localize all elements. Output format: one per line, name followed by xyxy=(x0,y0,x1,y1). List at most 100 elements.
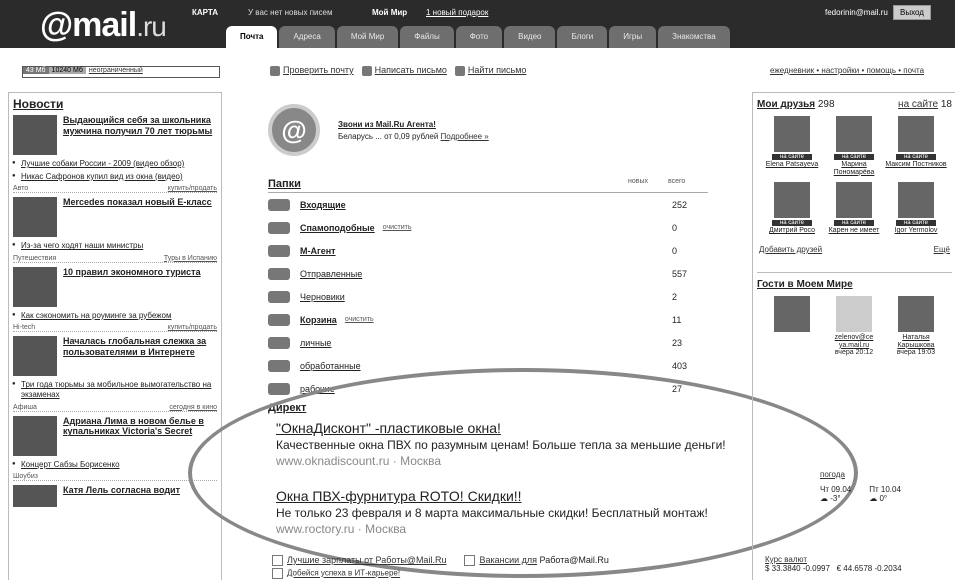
avatar[interactable] xyxy=(898,182,934,219)
news-link[interactable]: Как сэкономить на роуминге за рубежом xyxy=(12,311,217,321)
avatar[interactable] xyxy=(836,116,872,152)
mail-actions: Проверить почту Написать письмо Найти пи… xyxy=(270,65,526,76)
find-letter-button[interactable]: Найти письмо xyxy=(454,65,526,76)
folder-personal[interactable]: личные 23 xyxy=(268,331,708,354)
folder-icon xyxy=(268,336,290,349)
cloud-icon: ☁ 0° xyxy=(869,494,888,503)
folder-drafts[interactable]: Черновики 2 xyxy=(268,285,708,308)
guest-card[interactable]: zelenov@ce ya.mail.ru вчера 20:12 xyxy=(823,296,885,356)
promo-title[interactable]: Звони из Mail.Ru Агента! xyxy=(338,120,489,129)
ad-title[interactable]: Окна ПВХ-фурнитура ROTO! Скидки!! xyxy=(276,488,708,504)
clear-trash-link[interactable]: очистить xyxy=(345,316,374,323)
ad-item: "ОкнаДисконт" -пластиковые окна! Качеств… xyxy=(276,420,726,468)
news-thumbnail[interactable] xyxy=(13,485,57,508)
news-item[interactable]: Mercedes показал новый E-класс xyxy=(13,197,217,238)
news-item[interactable]: Выдающийся себя за школьника мужчина пол… xyxy=(13,115,217,155)
tab-addresses[interactable]: Адреса xyxy=(279,26,335,48)
guest-card[interactable] xyxy=(761,296,823,356)
add-friends-link[interactable]: Добавить друзей xyxy=(759,245,822,254)
friend-card[interactable]: на сайте Elena Patsayeva xyxy=(761,116,823,176)
ad-description: Не только 23 февраля и 8 марта максималь… xyxy=(276,506,708,520)
news-item[interactable]: Началась глобальная слежка за пользовате… xyxy=(13,336,217,377)
tab-files[interactable]: Файлы xyxy=(400,26,454,48)
news-item[interactable]: Адриана Лима в новом белье в купальниках… xyxy=(13,415,217,456)
folder-icon xyxy=(268,221,290,234)
avatar[interactable] xyxy=(774,182,810,219)
mailbox-quota: 43 Мб 10240 Мб неограниченный xyxy=(22,66,220,78)
news-section: Авто купить/продать xyxy=(13,185,217,194)
more-friends-link[interactable]: Ещё xyxy=(934,245,950,254)
refresh-icon xyxy=(270,65,280,76)
mail-main: @ Звони из Mail.Ru Агента! Беларусь ... … xyxy=(268,92,708,414)
guest-card[interactable]: Наталья Карышкова вчера 19:03 xyxy=(885,296,947,356)
avatar[interactable] xyxy=(836,182,872,219)
folder-spam[interactable]: Спамоподобные очистить 0 xyxy=(268,216,708,239)
news-thumbnail[interactable] xyxy=(13,415,57,456)
check-mail-button[interactable]: Проверить почту xyxy=(270,65,354,76)
friend-card[interactable]: на сайте Igor Yermolov xyxy=(885,182,947,235)
friends-header: Мои друзья 298 на сайте 18 xyxy=(757,99,952,110)
avatar[interactable] xyxy=(774,116,810,152)
avatar[interactable] xyxy=(898,116,934,152)
news-section: Путешествия Туры в Испанию xyxy=(13,254,217,263)
promo-text: Беларусь ... от 0,09 рублей Подробнее » xyxy=(338,131,489,141)
salary-link[interactable]: Лучшие зарплаты от Работы@Mail.Ru xyxy=(272,555,446,567)
news-link[interactable]: Из-за чего ходят наши министры xyxy=(12,241,217,251)
at-sign-icon[interactable]: @ xyxy=(268,104,320,156)
mailru-logo[interactable]: @mail.ru xyxy=(40,6,167,45)
new-gift-link[interactable]: 1 новый подарок xyxy=(426,8,488,17)
friend-card[interactable]: на сайте Марина Пономарёва xyxy=(823,116,885,176)
news-item[interactable]: 10 правил экономного туриста xyxy=(13,266,217,307)
news-section: Афиша сегодня в кино xyxy=(13,403,217,412)
avatar[interactable] xyxy=(836,296,872,333)
friend-card[interactable]: на сайте Карен не имеет xyxy=(823,182,885,235)
folder-agent[interactable]: M-Агент 0 xyxy=(268,239,708,262)
avatar[interactable] xyxy=(774,296,810,333)
tab-photo[interactable]: Фото xyxy=(455,26,503,48)
tab-games[interactable]: Игры xyxy=(609,26,657,48)
news-thumbnail[interactable] xyxy=(13,197,57,238)
tab-dating[interactable]: Знакомства xyxy=(658,26,730,48)
news-item[interactable]: Катя Лель согласна водит xyxy=(13,485,217,508)
tab-mail[interactable]: Почта xyxy=(226,26,278,48)
pencil-icon xyxy=(361,65,372,76)
exit-button[interactable]: Выход xyxy=(893,5,931,20)
agent-promo: @ Звони из Mail.Ru Агента! Беларусь ... … xyxy=(268,104,708,156)
write-letter-button[interactable]: Написать письмо xyxy=(361,65,447,76)
news-thumbnail[interactable] xyxy=(13,115,57,155)
news-thumbnail[interactable] xyxy=(13,336,57,377)
news-link[interactable]: Лучшие собаки России - 2009 (видео обзор… xyxy=(12,159,217,169)
bottom-links: Лучшие зарплаты от Работы@Mail.Ru Ваканс… xyxy=(272,555,609,567)
news-section: Hi-tech купить/продать xyxy=(13,324,217,333)
top-bar: @mail.ru КАРТА У вас нет новых писем Мой… xyxy=(0,0,955,48)
map-link[interactable]: КАРТА xyxy=(192,8,218,17)
friend-card[interactable]: на сайте Дмитрий Росо xyxy=(761,182,823,235)
news-link[interactable]: Никас Сафронов купил вид из окна (видео) xyxy=(12,172,217,182)
ad-url[interactable]: www.roctory.ru · Москва xyxy=(276,522,708,536)
my-world-link[interactable]: Мой Мир xyxy=(372,8,407,17)
top-right-links[interactable]: ежедневник • настройки • помощь • почта xyxy=(770,66,924,75)
avatar[interactable] xyxy=(898,296,934,333)
ad-item: Окна ПВХ-фурнитура ROTO! Скидки!! Не тол… xyxy=(276,488,708,536)
folder-inbox[interactable]: Входящие 252 xyxy=(268,193,708,216)
checkbox-icon xyxy=(272,568,283,579)
clear-spam-link[interactable]: очистить xyxy=(383,224,412,231)
guests-heading[interactable]: Гости в Моем Мире xyxy=(757,272,952,290)
tab-video[interactable]: Видео xyxy=(504,26,556,48)
it-career-link[interactable]: Добейся успеха в ИТ-карьере! xyxy=(272,568,400,579)
folder-trash[interactable]: Корзина очистить 11 xyxy=(268,308,708,331)
news-heading[interactable]: Новости xyxy=(13,97,221,111)
checkbox-icon xyxy=(464,555,476,567)
ad-url[interactable]: www.oknadiscount.ru · Москва xyxy=(276,454,726,468)
tab-blogs[interactable]: Блоги xyxy=(557,26,608,48)
folder-icon xyxy=(268,267,290,280)
tab-my-world[interactable]: Мой Мир xyxy=(336,26,399,48)
vacancy-link[interactable]: Вакансии для Работа@Mail.Ru xyxy=(464,555,609,567)
currency-rates: Курс валют $ 33.3840 -0.0997 € 44.6578 -… xyxy=(765,555,902,573)
news-link[interactable]: Три года тюрьмы за мобильное вымогательс… xyxy=(12,380,217,399)
add-friends-row: Добавить друзей Ещё xyxy=(759,245,950,254)
ad-title[interactable]: "ОкнаДисконт" -пластиковые окна! xyxy=(276,420,726,436)
friend-card[interactable]: на сайте Максим Постников xyxy=(885,116,947,176)
news-thumbnail[interactable] xyxy=(13,266,57,307)
folder-sent[interactable]: Отправленные 557 xyxy=(268,262,708,285)
